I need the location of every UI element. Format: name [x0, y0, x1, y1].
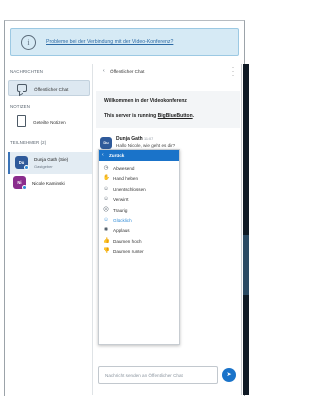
menu-item-applaus[interactable]: ✺ Applaus	[99, 226, 179, 236]
server-info-suffix: .	[192, 113, 195, 119]
avatar: Du	[100, 137, 112, 149]
bbb-link[interactable]: BigBlueButton	[158, 113, 193, 119]
menu-item-label: Glücklich	[113, 218, 132, 223]
menu-item-verwirrt[interactable]: ☺ Verwirrt	[99, 195, 179, 205]
welcome-title: Willkommen in der Videokonferenz	[104, 98, 187, 104]
chat-message-input[interactable]	[99, 367, 217, 383]
user-name: Dunja Gath (Sie)	[34, 157, 69, 162]
clock-icon: ◷	[103, 165, 109, 171]
menu-item-label: Hand heben	[113, 176, 139, 182]
menu-item-label: Verwirrt	[113, 197, 129, 203]
chat-input-box	[98, 366, 218, 384]
menu-item-daumen-runter[interactable]: 👎 Daumen runter	[99, 247, 179, 257]
chevron-left-icon: ‹	[102, 152, 104, 158]
menu-back-label: Zurück	[109, 153, 125, 158]
status-dot-icon	[22, 185, 27, 190]
notes-icon	[17, 115, 26, 127]
user-name: Nicole Kaminski	[32, 181, 65, 186]
send-icon: ➤	[226, 372, 232, 378]
thumbs-up-icon: 👍	[103, 237, 110, 244]
server-info-prefix: This server is running	[104, 113, 158, 119]
more-options-icon[interactable]: · · ·	[232, 65, 234, 79]
confused-icon: ☺	[103, 196, 109, 203]
app-window: i Probleme bei der Verbindung mit der Vi…	[0, 0, 249, 396]
info-icon: i	[21, 35, 36, 50]
chat-panel: ‹ Öffentlicher Chat · · · Willkommen in de…	[94, 64, 242, 395]
chat-title[interactable]: Öffentlicher Chat	[110, 69, 144, 74]
menu-item-unentschlossen[interactable]: ☺ Unentschlossen	[99, 185, 179, 195]
chat-header: ‹ Öffentlicher Chat · · ·	[94, 64, 242, 80]
menu-item-label: Daumen runter	[113, 249, 144, 255]
participants-section-title: TEILNEHMER (2)	[10, 140, 47, 145]
menu-item-glücklich[interactable]: ☺ Glücklich	[99, 216, 179, 226]
hand-icon: ✋	[103, 175, 110, 182]
status-dot-icon	[24, 165, 29, 170]
connection-help-link[interactable]: Probleme bei der Verbindung mit der Vide…	[46, 39, 173, 45]
user-role: Gastgeber	[34, 164, 53, 169]
chevron-left-icon[interactable]: ‹	[103, 68, 105, 74]
menu-item-traurig[interactable]: ☹ Traurig	[99, 206, 179, 216]
messages-section-title: NACHRICHTEN	[10, 69, 44, 74]
menu-back-button[interactable]: ‹ Zurück	[99, 150, 179, 161]
thumbs-down-icon: 👎	[103, 248, 110, 255]
menu-item-hand-heben[interactable]: ✋ Hand heben	[99, 174, 179, 184]
status-menu: ‹ Zurück ◷ Abwesend ✋ Hand heben ☺ Unentschlo…	[98, 149, 180, 345]
menu-item-label: Applaus	[113, 228, 130, 234]
menu-item-abwesend[interactable]: ◷ Abwesend	[99, 164, 179, 174]
video-area	[243, 64, 249, 395]
menu-item-label: Abwesend	[113, 166, 135, 171]
shared-notes-label: Geteilte Notizen	[33, 120, 66, 125]
server-info: This server is running BigBlueButton.	[104, 113, 194, 119]
connection-help-banner: i Probleme bei der Verbindung mit der Vi…	[10, 28, 239, 56]
chat-bubble-icon	[17, 84, 27, 92]
undecided-icon: ☺	[103, 185, 109, 192]
send-button[interactable]: ➤	[222, 368, 236, 382]
menu-item-label: Unentschlossen	[113, 186, 146, 192]
sidebar: NACHRICHTEN Öffentlicher Chat NOTIZEN Ge…	[5, 64, 93, 395]
menu-item-daumen-hoch[interactable]: 👍 Daumen hoch	[99, 237, 179, 247]
video-thumbnail	[243, 235, 249, 295]
welcome-message: Willkommen in der Videokonferenz This se…	[96, 91, 240, 128]
user-list-item-self[interactable]: Du Dunja Gath (Sie) Gastgeber	[8, 152, 92, 174]
sidebar-item-public-chat[interactable]: Öffentlicher Chat	[8, 80, 90, 96]
message-author: Dunja Gath	[116, 136, 143, 142]
happy-icon: ☺	[103, 217, 109, 223]
applause-icon: ✺	[103, 227, 109, 234]
notes-section-title: NOTIZEN	[10, 104, 30, 109]
message-text: Hallo Nicole, wie geht es dir?	[116, 143, 176, 148]
sidebar-item-shared-notes[interactable]: Geteilte Notizen	[8, 114, 90, 130]
menu-item-label: Traurig	[113, 207, 128, 213]
message-time: 11:07	[144, 137, 154, 141]
sad-icon: ☹	[103, 206, 109, 213]
public-chat-label: Öffentlicher Chat	[34, 87, 69, 92]
menu-item-label: Daumen hoch	[113, 238, 142, 244]
